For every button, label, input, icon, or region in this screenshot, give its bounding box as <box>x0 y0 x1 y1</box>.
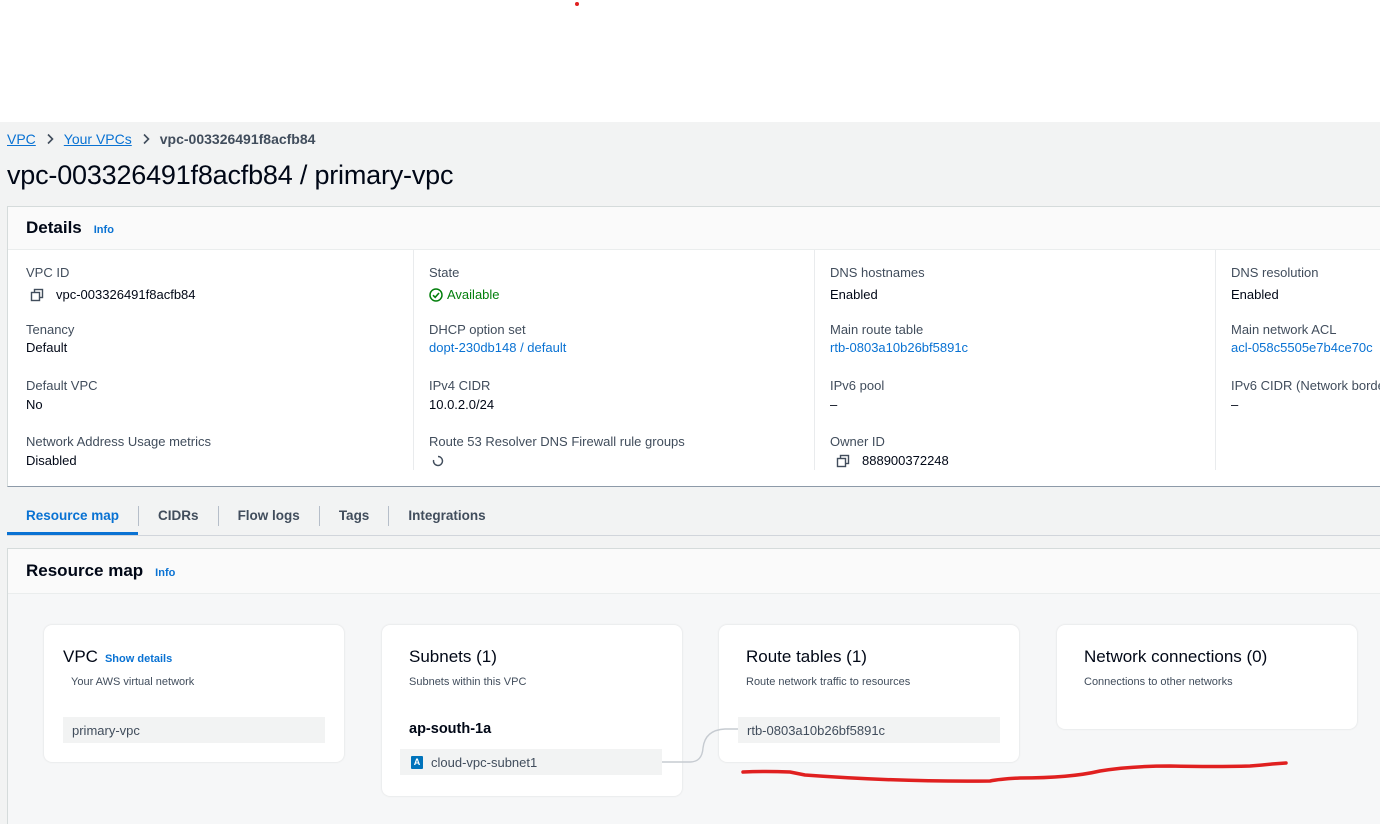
subnets-card-subtitle: Subnets within this VPC <box>409 676 527 688</box>
network-connections-card: Network connections (0) Connections to o… <box>1057 625 1357 729</box>
subnets-card-title: Subnets (1) <box>409 647 497 666</box>
details-column-4: DNS resolution Enabled Main network ACL … <box>1215 250 1380 470</box>
route-tables-card-title: Route tables (1) <box>746 647 867 666</box>
field-value: Disabled <box>26 453 77 468</box>
top-blank-area <box>0 0 1380 122</box>
field-label: Main network ACL <box>1231 322 1337 337</box>
details-column-2: State Available DHCP option set dopt-230… <box>413 250 815 470</box>
route-table-item[interactable]: rtb-0803a10b26bf5891c <box>738 717 1000 743</box>
vpc-id-value: vpc-003326491f8acfb84 <box>56 287 196 302</box>
subnet-item-label: cloud-vpc-subnet1 <box>431 754 538 770</box>
field-state: State Available <box>429 264 500 305</box>
field-label: State <box>429 265 460 280</box>
field-dhcp-option-set: DHCP option set dopt-230db148 / default <box>429 321 566 358</box>
vpc-item-primary-vpc[interactable]: primary-vpc <box>63 717 325 743</box>
field-owner-id: Owner ID 888900372248 <box>830 433 949 471</box>
copy-icon[interactable] <box>30 288 44 302</box>
field-vpc-id: VPC ID vpc-003326491f8acfb84 <box>26 264 196 305</box>
subnets-card: Subnets (1) Subnets within this VPC ap-s… <box>382 625 682 796</box>
field-dns-firewall-rule-groups: Route 53 Resolver DNS Firewall rule grou… <box>429 433 685 471</box>
route-tables-card-subtitle: Route network traffic to resources <box>746 676 911 688</box>
field-ipv4-cidr: IPv4 CIDR 10.0.2.0/24 <box>429 377 494 415</box>
owner-id-value: 888900372248 <box>862 453 949 468</box>
details-column-3: DNS hostnames Enabled Main route table r… <box>814 250 1215 470</box>
field-dns-resolution: DNS resolution Enabled <box>1231 264 1318 305</box>
field-main-network-acl: Main network ACL acl-058c5505e7b4ce70c <box>1231 321 1373 358</box>
field-label: DNS resolution <box>1231 265 1319 280</box>
field-label: Owner ID <box>830 434 885 449</box>
chevron-right-icon <box>36 133 64 145</box>
field-value: 10.0.2.0/24 <box>429 397 495 412</box>
route-tables-card: Route tables (1) Route network traffic t… <box>719 625 1019 762</box>
details-info-link[interactable]: Info <box>94 224 114 236</box>
resource-map-header: Resource map Info <box>8 549 1380 594</box>
tab-list: Resource map CIDRs Flow logs Tags Integr… <box>7 500 505 536</box>
breadcrumb-current: vpc-003326491f8acfb84 <box>159 131 316 147</box>
field-network-address-usage: Network Address Usage metrics Disabled <box>26 433 211 471</box>
vpc-card: VPC Show details Your AWS virtual networ… <box>44 625 344 762</box>
field-label: Tenancy <box>26 322 75 337</box>
annotation-dot <box>575 2 579 6</box>
field-ipv6-pool: IPv6 pool – <box>830 377 884 415</box>
field-value: Enabled <box>1231 287 1279 302</box>
field-label: DNS hostnames <box>830 265 925 280</box>
field-value: Enabled <box>830 287 878 302</box>
success-check-icon <box>429 288 443 302</box>
network-connections-card-title: Network connections (0) <box>1084 647 1268 666</box>
field-value: – <box>1231 397 1239 412</box>
field-dns-hostnames: DNS hostnames Enabled <box>830 264 925 305</box>
resource-map-title: Resource map <box>26 561 144 580</box>
tabs-underline <box>7 535 1380 536</box>
details-header: Details Info <box>8 207 1380 250</box>
vpc-card-title: VPC <box>63 647 98 666</box>
subnet-item-cloud-vpc-subnet1[interactable]: A cloud-vpc-subnet1 <box>400 749 662 775</box>
field-label: Default VPC <box>26 378 98 393</box>
field-label: Main route table <box>830 322 924 337</box>
availability-zone-label: ap-south-1a <box>409 721 492 737</box>
vpc-card-title-row: VPC Show details <box>63 647 172 667</box>
state-value: Available <box>447 287 500 302</box>
field-value: Available <box>429 285 500 305</box>
tab-integrations[interactable]: Integrations <box>389 500 504 534</box>
tab-flow-logs[interactable]: Flow logs <box>219 500 319 534</box>
vpc-card-subtitle: Your AWS virtual network <box>71 676 195 688</box>
dhcp-option-set-link[interactable]: dopt-230db148 / default <box>429 338 566 358</box>
field-default-vpc: Default VPC No <box>26 377 98 415</box>
details-title: Details <box>26 218 82 237</box>
field-value: 888900372248 <box>830 451 949 471</box>
field-label: IPv6 CIDR (Network borde <box>1231 378 1380 393</box>
details-column-1: VPC ID vpc-003326491f8acfb84 Tenancy Def… <box>14 250 414 470</box>
page-title: vpc-003326491f8acfb84 / primary-vpc <box>7 160 454 190</box>
field-value: – <box>830 397 838 412</box>
field-label: VPC ID <box>26 265 70 280</box>
field-value: No <box>26 397 43 412</box>
field-label: DHCP option set <box>429 322 526 337</box>
field-value: vpc-003326491f8acfb84 <box>26 285 196 305</box>
main-route-table-link[interactable]: rtb-0803a10b26bf5891c <box>830 338 968 358</box>
breadcrumb-link-vpc[interactable]: VPC <box>7 131 36 147</box>
main-network-acl-link[interactable]: acl-058c5505e7b4ce70c <box>1231 338 1373 358</box>
field-tenancy: Tenancy Default <box>26 321 74 358</box>
field-ipv6-cidr: IPv6 CIDR (Network borde – <box>1231 377 1380 415</box>
network-connections-card-subtitle: Connections to other networks <box>1084 676 1233 688</box>
details-panel: Details Info VPC ID vpc-003326491f8acfb8… <box>7 206 1380 487</box>
field-value <box>429 451 685 471</box>
tab-cidrs[interactable]: CIDRs <box>139 500 218 534</box>
subnet-az-badge-icon: A <box>411 755 423 769</box>
field-main-route-table: Main route table rtb-0803a10b26bf5891c <box>830 321 968 358</box>
breadcrumb: VPC Your VPCs vpc-003326491f8acfb84 <box>7 130 315 148</box>
field-label: Route 53 Resolver DNS Firewall rule grou… <box>429 434 685 449</box>
field-value: Default <box>26 340 68 355</box>
copy-icon[interactable] <box>836 454 850 468</box>
tab-tags[interactable]: Tags <box>320 500 389 534</box>
chevron-right-icon <box>132 133 160 145</box>
breadcrumb-link-your-vpcs[interactable]: Your VPCs <box>64 131 132 147</box>
tab-resource-map[interactable]: Resource map <box>7 500 139 535</box>
show-details-link[interactable]: Show details <box>105 653 172 665</box>
field-label: Network Address Usage metrics <box>26 434 211 449</box>
field-label: IPv6 pool <box>830 378 885 393</box>
loading-spinner-icon <box>431 454 445 468</box>
resource-map-info-link[interactable]: Info <box>155 567 175 579</box>
field-label: IPv4 CIDR <box>429 378 491 393</box>
